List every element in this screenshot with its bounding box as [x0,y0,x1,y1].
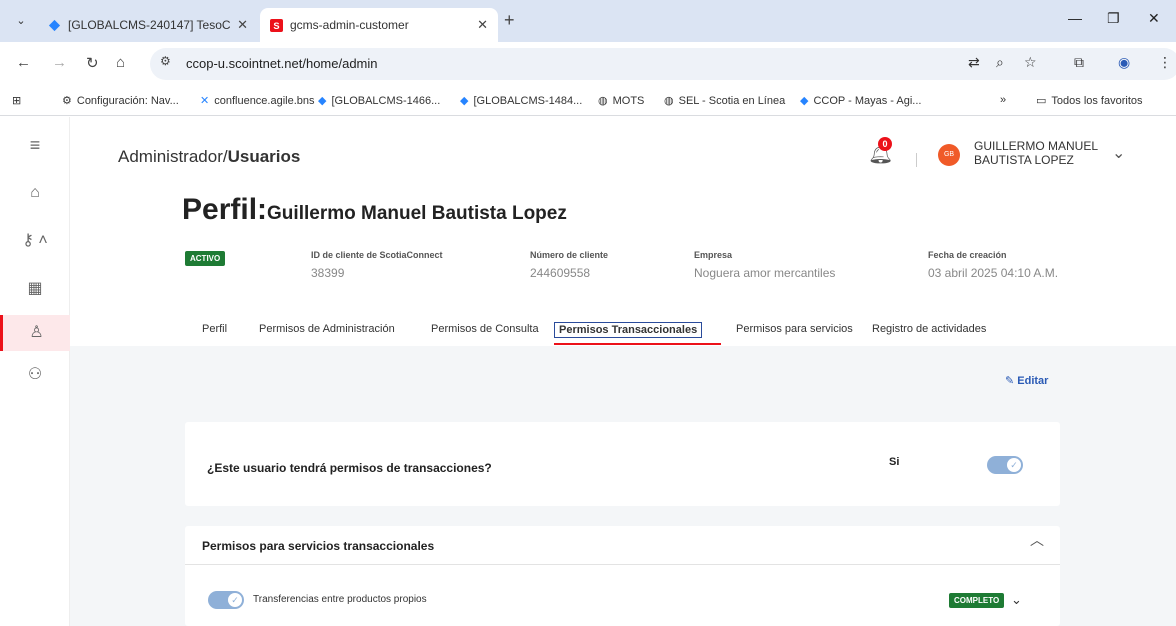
apps-icon[interactable]: ⊞ [12,94,21,107]
status-badge: ACTIVO [185,251,226,266]
browser-tab-active[interactable]: S gcms-admin-customer ✕ [260,8,498,42]
answer-label: Si [889,456,900,468]
page-title: Perfil:Guillermo Manuel Bautista Lopez [182,193,567,226]
tab-registro-actividades[interactable]: Registro de actividades [872,323,986,335]
bookmarks-bar: ⊞ ⚙ Configuración: Nav... ✕ confluence.agi… [0,86,1176,116]
bookmark-item[interactable]: ◆ CCOP - Mayas - Agi... [800,94,921,108]
chevron-down-icon[interactable]: ⌄ [1011,592,1022,608]
jira-icon: ◆ [460,95,469,107]
bookmark-star-icon[interactable]: ☆ [1024,54,1037,71]
sidebar-home-icon[interactable]: ⌂ [0,175,70,211]
restore-icon[interactable]: ❐ [1107,10,1120,27]
sidebar-users-icon[interactable]: ♙ [0,315,70,351]
info-client-number: Número de cliente 244609558 [530,250,609,280]
globe-icon: ◍ [664,95,674,107]
pencil-icon: ✎ [1005,375,1018,387]
bookmark-item[interactable]: ◆ [GLOBALCMS-1484... [460,94,582,108]
tab-permisos-servicios[interactable]: Permisos para servicios [736,323,853,335]
breadcrumb: Administrador/Usuarios [118,147,301,166]
avatar[interactable]: GB [938,144,960,166]
row-toggle[interactable]: ✓ [208,591,244,609]
confluence-icon: ✕ [200,95,210,107]
info-creation-date: Fecha de creación 03 abril 2025 04:10 A.… [928,250,1059,280]
translate-icon[interactable]: ⇄ [968,54,980,71]
jira-icon: ◆ [800,95,809,107]
site-info-icon[interactable]: ⚙ [160,54,171,68]
check-icon: ✓ [1007,458,1021,472]
bookmark-item[interactable]: ⚙ Configuración: Nav... [62,94,179,108]
sidebar-hierarchy-icon[interactable]: ⚇ [0,357,70,393]
tab-label: [GLOBALCMS-240147] TesoCo [68,18,231,32]
bookmark-folder[interactable]: ▭ Todos los favoritos [1036,94,1143,108]
app-sidebar: ≡ ⌂ ⚷ ˄ ▦ ♙ ⚇ [0,117,70,626]
back-icon[interactable]: ← [16,54,31,71]
notification-badge: 0 [878,137,892,151]
minimize-icon[interactable]: — [1068,10,1082,26]
bookmark-item[interactable]: ◍ SEL - Scotia en Línea [664,94,785,108]
forward-icon[interactable]: → [52,54,67,71]
tab-permisos-consulta[interactable]: Permisos de Consulta [431,323,539,335]
reload-icon[interactable]: ↻ [86,54,99,72]
main-content: ✎ Editar ¿Este usuario tendrá permisos d… [70,346,1176,626]
bookmark-item[interactable]: ◍ MOTS [598,94,644,108]
sidebar-building-icon[interactable]: ▦ [0,271,70,307]
more-bookmarks-icon[interactable]: » [1000,94,1006,106]
status-badge: COMPLETO [949,593,1005,608]
divider [916,153,917,167]
jira-icon [48,19,61,31]
chevron-down-icon[interactable]: ⌄ [1112,143,1125,163]
active-tab-underline [554,343,721,345]
menu-icon[interactable]: ⋮ [1158,54,1172,71]
tab-search-icon[interactable]: ⌄ [10,10,32,32]
question-label: ¿Este usuario tendrá permisos de transac… [207,461,492,475]
browser-tab-jira[interactable]: [GLOBALCMS-240147] TesoCo ✕ [38,8,258,42]
user-name[interactable]: GUILLERMO MANUEL BAUTISTA LOPEZ [974,139,1114,167]
tab-perfil[interactable]: Perfil [202,323,227,335]
tab-label: gcms-admin-customer [290,18,409,32]
folder-icon: ▭ [1036,95,1047,107]
edit-button[interactable]: ✎ Editar [1005,374,1048,387]
jira-icon: ◆ [318,95,327,107]
app-header: Administrador/Usuarios 🔔︎ 0 GB GUILLERMO… [70,117,1176,197]
row-label: Transferencias entre productos propios [253,594,427,605]
url-text[interactable]: ccop-u.scointnet.net/home/admin [186,56,378,71]
bookmark-item[interactable]: ✕ confluence.agile.bns [200,94,315,108]
browser-tab-bar: ⌄ [GLOBALCMS-240147] TesoCo ✕ S gcms-adm… [0,0,1176,42]
zoom-icon[interactable]: ⌕ [996,54,1004,71]
info-client-id: ID de cliente de ScotiaConnect 38399 [311,250,443,280]
scotia-icon: S [270,18,283,32]
profile-icon[interactable]: ◉ [1118,54,1130,71]
divider [185,564,1060,565]
address-bar-row: ← → ↻ ⌂ ⚙ ccop-u.scointnet.net/home/admi… [0,42,1176,86]
new-tab-icon[interactable]: + [504,10,515,31]
check-icon: ✓ [228,593,242,607]
chevron-up-icon[interactable]: ︿ [1030,530,1044,550]
sidebar-key-icon[interactable]: ⚷ ˄ [0,223,70,259]
hamburger-menu-icon[interactable]: ≡ [0,127,70,163]
close-icon[interactable]: ✕ [477,17,488,33]
extensions-icon[interactable]: ⧉ [1074,54,1084,71]
home-icon[interactable]: ⌂ [116,54,125,71]
tab-permisos-administracion[interactable]: Permisos de Administración [259,323,395,335]
globe-icon: ◍ [598,95,608,107]
svg-text:S: S [273,21,279,31]
info-company: Empresa Noguera amor mercantiles [694,250,836,280]
close-icon[interactable]: ✕ [237,17,248,33]
transactions-question-card: ¿Este usuario tendrá permisos de transac… [185,422,1060,506]
gear-icon: ⚙ [62,95,72,107]
section-title: Permisos para servicios transaccionales [202,539,435,553]
close-window-icon[interactable]: ✕ [1148,10,1160,27]
bookmark-item[interactable]: ◆ [GLOBALCMS-1466... [318,94,440,108]
transactional-services-card: Permisos para servicios transaccionales … [185,526,1060,626]
transactions-toggle[interactable]: ✓ [987,456,1023,474]
tab-permisos-transaccionales[interactable]: Permisos Transaccionales [554,322,703,338]
